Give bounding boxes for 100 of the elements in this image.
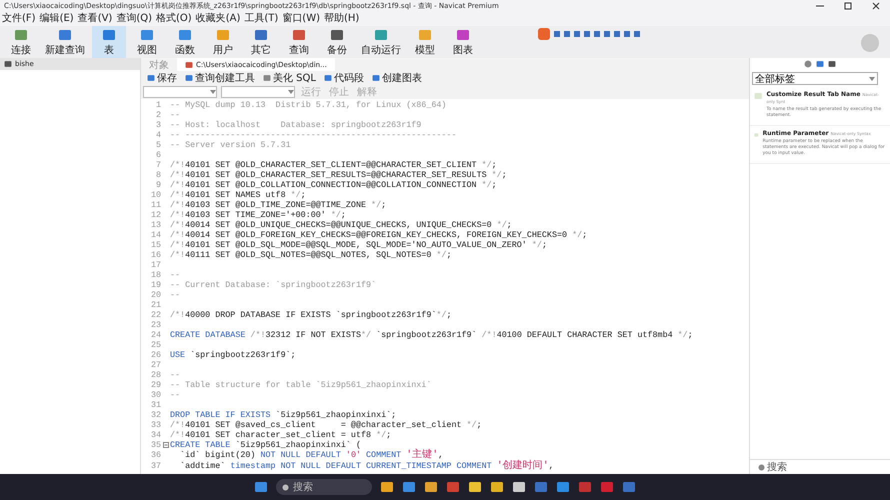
line-number: 19 [150, 280, 161, 290]
query-toolbar-button[interactable]: 查询创建工具 [185, 71, 255, 85]
line-number: 15 [150, 240, 161, 250]
line-number: 21 [150, 300, 161, 310]
toolbar-button[interactable]: 连接 [4, 26, 38, 58]
toolbar-button[interactable]: 查询 [282, 26, 316, 58]
line-number: 3 [154, 120, 161, 130]
code-line: -- Host: localhost Database: springbootz263r1f9 [170, 120, 422, 130]
query-toolbar-button[interactable]: 美化 SQL [263, 71, 316, 85]
code-line: /*!40014 SET @OLD_UNIQUE_CHECKS=@@UNIQUE_CHECKS, UNIQUE_CHECKS=0 */; [170, 220, 512, 230]
line-number: 22 [150, 310, 161, 320]
line-number: 27 [150, 360, 161, 370]
toolbar-button[interactable]: 视图 [130, 26, 164, 58]
code-line: -- [170, 390, 180, 400]
code-line: USE `springbootz263r1f9`; [170, 350, 296, 360]
line-number: 18 [150, 270, 161, 280]
code-line: -- Table structure for table `5iz9p561_zhaopinxinxi` [170, 380, 432, 390]
code-line: -- [170, 370, 180, 380]
line-number: 11 [150, 200, 161, 210]
line-number: 5 [154, 140, 161, 150]
tag-filter-select[interactable]: 全部标签 [752, 72, 878, 85]
line-number: 14 [150, 230, 161, 240]
line-number: 8 [154, 170, 161, 180]
caret-icon [288, 90, 294, 94]
line-number: 20 [150, 290, 161, 300]
line-number: 37 [150, 461, 161, 472]
code-line: -- [170, 270, 180, 280]
line-number: 28 [150, 370, 161, 380]
code-line: `id` bigint(20) NOT NULL DEFAULT '0' COMMENT '主键', [179, 450, 444, 461]
line-number: 36 [150, 450, 161, 461]
query-toolbar-button[interactable]: 创建图表 [372, 71, 422, 85]
line-number: 34 [150, 430, 161, 440]
code-line: /*!40101 SET NAMES utf8 */; [170, 190, 306, 200]
menu-item[interactable]: 文件(F) [2, 13, 36, 25]
menu-item[interactable]: 查看(V) [78, 13, 112, 25]
menu-item[interactable]: 帮助(H) [324, 13, 360, 25]
code-line: -- [170, 290, 180, 300]
code-line: /*!40101 SET character_set_client = utf8 */; [170, 430, 392, 440]
fold-icon[interactable] [162, 442, 168, 448]
menu-item[interactable]: 编辑(E) [40, 13, 74, 25]
menu-item[interactable]: 查询(Q) [116, 13, 152, 25]
toolbar-button[interactable]: 函数 [168, 26, 202, 58]
toolbar-button[interactable]: 表 [92, 26, 126, 58]
line-number: 26 [150, 350, 161, 360]
query-toolbar-button[interactable]: 代码段 [324, 71, 364, 85]
toolbar-button[interactable]: 备份 [320, 26, 354, 58]
caret-icon [869, 76, 875, 80]
toolbar-button[interactable]: 模型 [408, 26, 442, 58]
line-number: 33 [150, 420, 161, 430]
close-icon[interactable] [872, 2, 880, 10]
line-number: 35 [150, 440, 161, 450]
toolbar-button[interactable]: 其它 [244, 26, 278, 58]
maximize-icon[interactable] [844, 2, 852, 10]
code-line: -- [170, 110, 180, 120]
code-line: /*!40101 SET @OLD_COLLATION_CONNECTION=@@COLLATION_CONNECTION */; [170, 180, 497, 190]
code-line: /*!40103 SET TIME_ZONE='+00:00' */; [170, 210, 346, 220]
toolbar-button[interactable]: 图表 [446, 26, 480, 58]
taskbar-search-field[interactable]: 搜索 [276, 479, 372, 495]
line-number: 1 [154, 100, 161, 110]
caret-icon [210, 90, 216, 94]
line-number: 10 [150, 190, 161, 200]
line-number: 30 [150, 390, 161, 400]
line-number: 2 [154, 110, 161, 120]
line-number: 32 [150, 410, 161, 420]
line-number: 23 [150, 320, 161, 330]
code-line: CREATE DATABASE /*!32312 IF NOT EXISTS*/ `springbootz263r1f9` /*!40100 DEFAULT CHARACTER SET utf8mb4 */; [170, 330, 693, 340]
code-line: /*!40000 DROP DATABASE IF EXISTS `springbootz263r1f9`*/; [170, 310, 452, 320]
line-number: 13 [150, 220, 161, 230]
code-line: /*!40101 SET @OLD_SQL_MODE=@@SQL_MODE, SQL_MODE='NO_AUTO_VALUE_ON_ZERO' */; [170, 240, 547, 250]
line-number: 7 [154, 160, 161, 170]
line-number: 12 [150, 210, 161, 220]
toolbar-button[interactable]: 新建查询 [42, 26, 88, 58]
code-line: -- Server version 5.7.31 [170, 140, 291, 150]
menu-item[interactable]: 工具(T) [244, 13, 278, 25]
line-number: 17 [150, 260, 161, 270]
toolbar-button[interactable]: 自动运行 [358, 26, 404, 58]
line-number: 6 [154, 150, 161, 160]
code-line: -- ------------------------------------------------------ [170, 130, 456, 140]
line-number: 24 [150, 330, 161, 340]
line-number: 4 [154, 130, 161, 140]
code-line: /*!40103 SET @OLD_TIME_ZONE=@@TIME_ZONE */; [170, 200, 386, 210]
line-number: 29 [150, 380, 161, 390]
code-line: /*!40101 SET @saved_cs_client = @@character_set_client */; [170, 420, 482, 430]
query-toolbar-button[interactable]: 保存 [147, 71, 177, 85]
line-number: 31 [150, 400, 161, 410]
line-number: 25 [150, 340, 161, 350]
line-number: 9 [154, 180, 161, 190]
menu-item[interactable]: 收藏夹(A) [196, 13, 240, 25]
code-line: /*!40014 SET @OLD_FOREIGN_KEY_CHECKS=@@FOREIGN_KEY_CHECKS, FOREIGN_KEY_CHECKS=0 */; [170, 230, 588, 240]
toolbar-button[interactable]: 用户 [206, 26, 240, 58]
code-line: DROP TABLE IF EXISTS `5iz9p561_zhaopinxinxi`; [170, 410, 396, 420]
line-number: 16 [150, 250, 161, 260]
menu-item[interactable]: 窗口(W) [282, 13, 320, 25]
code-line: -- MySQL dump 10.13 Distrib 5.7.31, for Linux (x86_64) [170, 100, 446, 110]
code-line: `addtime` timestamp NOT NULL DEFAULT CURRENT_TIMESTAMP COMMENT '创建时间', [179, 461, 554, 472]
code-line: CREATE TABLE `5iz9p561_zhaopinxinxi` ( [170, 440, 361, 450]
code-line: /*!40111 SET @OLD_SQL_NOTES=@@SQL_NOTES, SQL_NOTES=0 */; [170, 250, 452, 260]
menu-item[interactable]: 格式(O) [156, 13, 192, 25]
code-line: -- Current Database: `springbootz263r1f9` [170, 280, 376, 290]
code-line: /*!40101 SET @OLD_CHARACTER_SET_CLIENT=@@CHARACTER_SET_CLIENT */; [170, 160, 497, 170]
